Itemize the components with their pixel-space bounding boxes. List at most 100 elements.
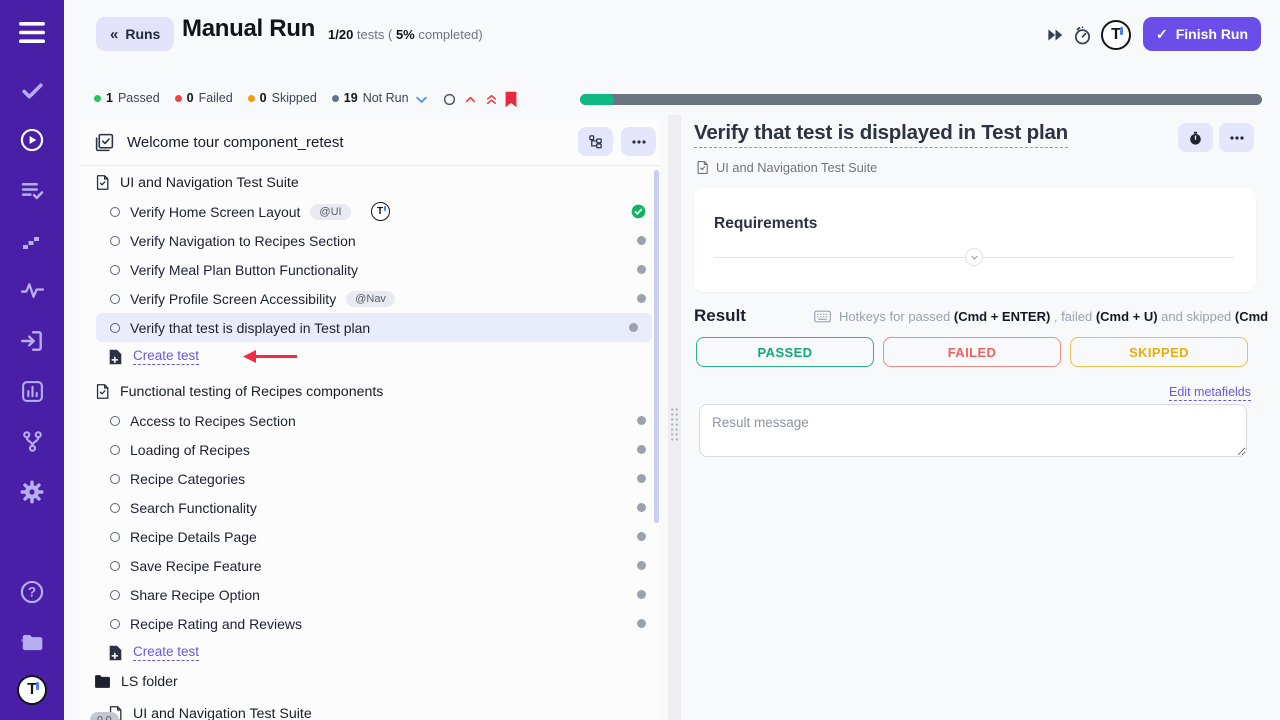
settings-gear-icon[interactable] (0, 478, 64, 506)
drag-handle-icon[interactable] (670, 407, 679, 443)
run-statusbar: 1Passed 0Failed 0Skipped 19Not Run (64, 88, 1280, 112)
back-to-runs-button[interactable]: « Runs (96, 17, 174, 51)
run-title: Manual Run (182, 15, 315, 43)
notrun-status-dot (637, 265, 646, 274)
logo-t-icon: T (371, 202, 390, 221)
suite-row[interactable]: UI and Navigation Test Suite (80, 168, 660, 197)
chevron-up-icon[interactable] (461, 90, 479, 108)
menu-icon[interactable] (0, 18, 64, 46)
tests-check-icon[interactable] (0, 76, 64, 104)
test-row[interactable]: Recipe Rating and Reviews (80, 609, 660, 638)
test-circle-icon (110, 561, 120, 571)
test-row[interactable]: Access to Recipes Section (80, 406, 660, 435)
test-more-button[interactable] (1219, 123, 1254, 152)
notrun-status-dot (629, 323, 638, 332)
create-test-link[interactable]: Create test (133, 644, 199, 661)
run-play-icon[interactable] (0, 126, 64, 154)
passed-dot-icon (94, 95, 101, 102)
test-row[interactable]: Verify Profile Screen Accessibility @Nav (80, 284, 660, 313)
test-row[interactable]: Verify Navigation to Recipes Section (80, 226, 660, 255)
timer-icon[interactable] (1071, 24, 1093, 46)
test-row[interactable]: Recipe Details Page (80, 522, 660, 551)
app-root: ? T « Runs Manual Run 1/20 tests ( 5% co… (0, 0, 1280, 720)
test-circle-icon (110, 590, 120, 600)
test-row-selected[interactable]: Verify that test is displayed in Test pl… (96, 313, 652, 342)
test-row[interactable]: Share Recipe Option (80, 580, 660, 609)
tree-more-button[interactable] (621, 127, 656, 156)
test-row[interactable]: Verify Home Screen Layout @UI T (80, 197, 660, 226)
file-plus-icon (108, 349, 123, 365)
file-plus-icon (108, 645, 123, 661)
create-test-row[interactable]: Create test (80, 342, 660, 371)
fast-forward-icon[interactable] (1044, 24, 1066, 46)
test-label: Recipe Categories (130, 471, 245, 487)
suite-doc-icon (94, 383, 111, 400)
logo-t-icon: T (1101, 20, 1131, 50)
test-tree-panel: Welcome tour component_retest UI and Nav… (80, 120, 660, 720)
test-label: Verify Meal Plan Button Functionality (130, 262, 358, 278)
create-test-link[interactable]: Create test (133, 348, 199, 365)
tree-panel-title: Welcome tour component_retest (127, 134, 344, 151)
skipped-button[interactable]: SKIPPED (1070, 337, 1248, 367)
detail-suite-link[interactable]: UI and Navigation Test Suite (695, 160, 877, 175)
notrun-status-dot (637, 503, 646, 512)
test-row[interactable]: Loading of Recipes (80, 435, 660, 464)
passed-check-badge (631, 204, 646, 219)
analytics-icon[interactable] (0, 377, 64, 405)
pulse-icon[interactable] (0, 276, 64, 304)
tree-scrollbar[interactable] (654, 170, 659, 523)
steps-icon[interactable] (0, 227, 64, 255)
double-chevron-up-icon[interactable] (482, 90, 500, 108)
progress-bar-fill (580, 94, 614, 105)
app-logo[interactable]: T (0, 676, 64, 704)
requirements-expand-button[interactable] (965, 248, 983, 266)
requirements-divider (714, 257, 1234, 258)
checklist-icon (94, 132, 115, 153)
import-icon[interactable] (0, 327, 64, 355)
requirements-card: Requirements (694, 188, 1256, 292)
suite-doc-icon (94, 174, 111, 191)
skipped-dot-icon (248, 95, 255, 102)
create-test-row[interactable]: Create test (80, 638, 660, 667)
test-circle-icon (110, 265, 120, 275)
test-label: Recipe Details Page (130, 529, 257, 545)
bookmark-icon[interactable] (502, 90, 520, 108)
test-label: Access to Recipes Section (130, 413, 296, 429)
test-label: Loading of Recipes (130, 442, 250, 458)
panel-resize-gutter[interactable] (668, 115, 681, 720)
test-circle-icon (110, 294, 120, 304)
failed-button[interactable]: FAILED (883, 337, 1061, 367)
test-row[interactable]: Save Recipe Feature (80, 551, 660, 580)
notrun-status-dot (637, 619, 646, 628)
suite-row[interactable]: Functional testing of Recipes components (80, 377, 660, 406)
help-icon[interactable]: ? (0, 578, 64, 606)
result-message-input[interactable] (699, 404, 1247, 457)
finish-run-button[interactable]: ✓ Finish Run (1143, 17, 1261, 51)
projects-folder-icon[interactable] (0, 628, 64, 656)
test-timer-button[interactable] (1178, 123, 1213, 152)
project-logo-badge[interactable]: T (1100, 19, 1132, 51)
branch-icon[interactable] (0, 427, 64, 455)
edit-metafields-link[interactable]: Edit metafields (1169, 385, 1251, 401)
folder-row[interactable]: LS folder (80, 667, 660, 696)
test-row[interactable]: Recipe Categories (80, 464, 660, 493)
back-to-runs-label: Runs (125, 26, 160, 42)
tag-badge: @UI (310, 204, 350, 220)
circle-filter-icon[interactable] (440, 90, 458, 108)
sidebar: ? T (0, 0, 64, 720)
test-circle-icon (110, 532, 120, 542)
suite-row-partial[interactable]: 0.0 UI and Navigation Test Suite (80, 699, 660, 720)
keyboard-icon (814, 310, 831, 323)
test-row[interactable]: Search Functionality (80, 493, 660, 522)
svg-text:?: ? (28, 585, 36, 600)
passed-button[interactable]: PASSED (696, 337, 874, 367)
suite-title: UI and Navigation Test Suite (133, 706, 312, 720)
notrun-status-dot (637, 590, 646, 599)
test-label: Save Recipe Feature (130, 558, 262, 574)
test-plans-icon[interactable] (0, 176, 64, 204)
test-detail-title[interactable]: Verify that test is displayed in Test pl… (694, 121, 1068, 148)
tree-view-button[interactable] (578, 127, 613, 156)
finish-run-label: Finish Run (1176, 26, 1248, 42)
test-row[interactable]: Verify Meal Plan Button Functionality (80, 255, 660, 284)
collapse-chevron-down-icon[interactable] (412, 90, 430, 108)
